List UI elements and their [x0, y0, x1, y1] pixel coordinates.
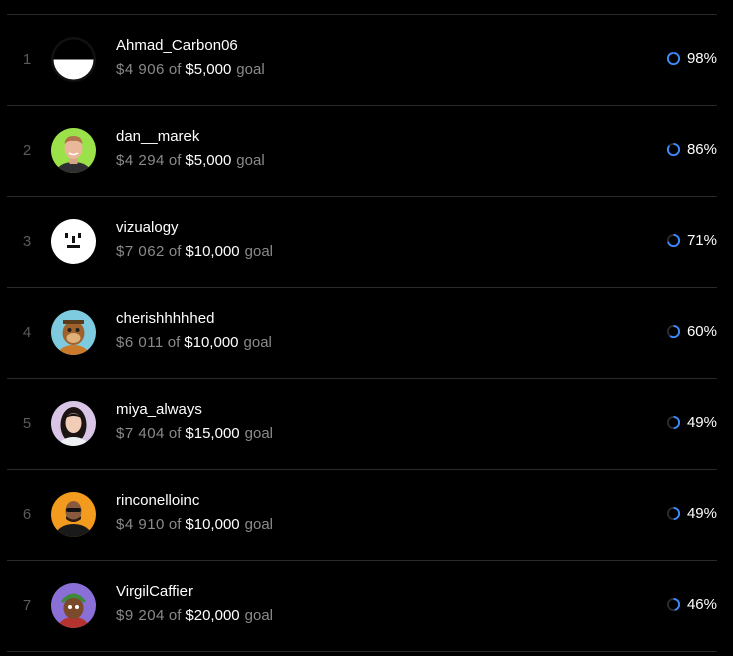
raised-amount: $4 294	[116, 152, 165, 169]
goal-amount: $20,000	[185, 607, 240, 624]
progress-indicator: 86%	[666, 140, 717, 158]
username[interactable]: vizualogy	[116, 219, 273, 237]
avatar-cherishhhhhed[interactable]	[51, 310, 96, 355]
amount-line: $6 011 of $10,000 goal	[116, 334, 272, 352]
amount-line: $7 062 of $10,000 goal	[116, 243, 273, 261]
rank-number: 1	[22, 51, 32, 68]
goal-label: goal	[236, 61, 265, 78]
of-label: of	[168, 425, 182, 442]
of-label: of	[168, 607, 182, 624]
progress-ring-icon	[666, 51, 681, 65]
raised-amount: $9 204	[116, 607, 165, 624]
goal-amount: $10,000	[185, 516, 240, 533]
man-sunglasses-orange-background-avatar	[51, 492, 96, 537]
half-black-white-circle-avatar	[51, 37, 96, 82]
goal-label: goal	[244, 243, 273, 260]
leaderboard-row-4[interactable]: 4 cherishhhhhed $6 011 of $10,000 goal 60%	[7, 288, 717, 378]
progress-ring-icon	[666, 597, 681, 611]
progress-ring-icon	[666, 324, 681, 338]
rank-number: 3	[22, 233, 32, 250]
avatar-dan-marek[interactable]	[51, 128, 96, 173]
progress-indicator: 49%	[666, 413, 717, 431]
percent-label: 71%	[686, 231, 717, 249]
leaderboard-row-7[interactable]: 7 VirgilCaffier $9 204 of $20,000 goal 46%	[7, 561, 717, 651]
username[interactable]: Ahmad_Carbon06	[116, 37, 265, 55]
goal-label: goal	[244, 425, 273, 442]
goal-label: goal	[243, 334, 272, 351]
progress-ring-icon	[666, 233, 681, 247]
username[interactable]: cherishhhhhed	[116, 310, 272, 328]
of-label: of	[168, 152, 182, 169]
of-label: of	[168, 243, 182, 260]
goal-amount: $10,000	[184, 334, 239, 351]
progress-indicator: 60%	[666, 322, 717, 340]
rank-number: 5	[22, 415, 32, 432]
progress-ring-arc	[666, 51, 681, 65]
leaderboard-row-6[interactable]: 6 rinconelloinc $4 910 of $10,000 goal 49%	[7, 470, 717, 560]
of-label: of	[168, 61, 182, 78]
progress-indicator: 49%	[666, 504, 717, 522]
rank-number: 2	[22, 142, 32, 159]
goal-amount: $5,000	[185, 61, 232, 78]
leaderboard: 1 Ahmad_Carbon06 $4 906 of $5,000 goal 98% …	[0, 0, 733, 656]
amount-line: $7 404 of $15,000 goal	[116, 425, 273, 443]
progress-indicator: 46%	[666, 595, 717, 613]
username[interactable]: VirgilCaffier	[116, 583, 273, 601]
pixel-face-avatar	[51, 219, 96, 264]
username[interactable]: dan__marek	[116, 128, 265, 146]
woman-portrait-avatar	[51, 401, 96, 446]
avatar-miya-always[interactable]	[51, 401, 96, 446]
percent-label: 98%	[686, 49, 717, 67]
percent-label: 49%	[686, 504, 717, 522]
progress-ring-icon	[666, 415, 681, 429]
avatar-ahmad-carbon06[interactable]	[51, 37, 96, 82]
leaderboard-row-2[interactable]: 2 dan__marek $4 294 of $5,000 goal 86%	[7, 106, 717, 196]
progress-ring-icon	[666, 506, 681, 520]
avatar-rinconelloinc[interactable]	[51, 492, 96, 537]
rank-number: 4	[22, 324, 32, 341]
goal-amount: $15,000	[185, 425, 240, 442]
divider	[7, 651, 717, 652]
raised-amount: $7 404	[116, 425, 165, 442]
percent-label: 86%	[686, 140, 717, 158]
of-label: of	[167, 334, 181, 351]
leaderboard-row-1[interactable]: 1 Ahmad_Carbon06 $4 906 of $5,000 goal 98%	[7, 15, 717, 105]
rank-number: 7	[22, 597, 32, 614]
avatar-vizualogy[interactable]	[51, 219, 96, 264]
goal-label: goal	[236, 152, 265, 169]
percent-label: 46%	[686, 595, 717, 613]
progress-indicator: 98%	[666, 49, 717, 67]
username[interactable]: rinconelloinc	[116, 492, 273, 510]
goal-label: goal	[244, 607, 273, 624]
amount-line: $9 204 of $20,000 goal	[116, 607, 273, 625]
raised-amount: $6 011	[116, 334, 164, 351]
cartoon-ape-avatar	[51, 310, 96, 355]
percent-label: 60%	[686, 322, 717, 340]
goal-amount: $10,000	[185, 243, 240, 260]
goal-label: goal	[244, 516, 273, 533]
amount-line: $4 294 of $5,000 goal	[116, 152, 265, 170]
username[interactable]: miya_always	[116, 401, 273, 419]
cartoon-character-purple-background-avatar	[51, 583, 96, 628]
amount-line: $4 906 of $5,000 goal	[116, 61, 265, 79]
of-label: of	[168, 516, 182, 533]
amount-line: $4 910 of $10,000 goal	[116, 516, 273, 534]
avatar-virgilcaffier[interactable]	[51, 583, 96, 628]
progress-ring-icon	[666, 142, 681, 156]
percent-label: 49%	[686, 413, 717, 431]
rank-number: 6	[22, 506, 32, 523]
raised-amount: $4 910	[116, 516, 165, 533]
smiling-man-green-background-avatar	[51, 128, 96, 173]
leaderboard-row-5[interactable]: 5 miya_always $7 404 of $15,000 goal 49%	[7, 379, 717, 469]
goal-amount: $5,000	[185, 152, 232, 169]
progress-ring-arc	[666, 142, 681, 156]
raised-amount: $4 906	[116, 61, 165, 78]
leaderboard-row-3[interactable]: 3 vizualogy $7 062 of $10,000 goal 71%	[7, 197, 717, 287]
progress-indicator: 71%	[666, 231, 717, 249]
raised-amount: $7 062	[116, 243, 165, 260]
